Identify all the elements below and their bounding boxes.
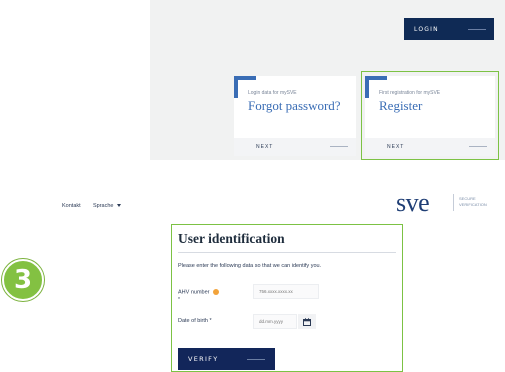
info-icon[interactable]	[212, 289, 219, 295]
login-button-label: LOGIN	[414, 25, 439, 33]
arrow-line-icon	[330, 146, 348, 147]
logo-divider	[453, 194, 454, 211]
date-of-birth-input[interactable]	[253, 314, 297, 329]
chevron-down-icon	[116, 204, 121, 208]
divider	[178, 252, 396, 253]
language-label: Sprache	[93, 203, 114, 209]
language-dropdown[interactable]: Sprache	[93, 203, 121, 209]
arrow-line-icon	[247, 359, 265, 360]
contact-link[interactable]: Kontakt	[62, 203, 81, 209]
card-caption: Login data for mySVE	[248, 90, 297, 96]
next-label: NEXT	[256, 144, 274, 150]
corner-accent	[234, 76, 256, 80]
form-instructions: Please enter the following data so that …	[178, 263, 322, 269]
forgot-password-card[interactable]: Login data for mySVE Forgot password? NE…	[234, 76, 356, 156]
ahv-number-label: AHV number	[178, 289, 219, 295]
arrow-line-icon	[468, 29, 486, 30]
ahv-label-text: AHV number	[178, 289, 210, 296]
step-number-badge: 3	[2, 259, 44, 301]
register-highlight	[361, 71, 499, 160]
form-title: User identification	[178, 231, 285, 246]
forgot-password-link[interactable]: Forgot password?	[248, 98, 341, 114]
login-button[interactable]: LOGIN	[404, 18, 494, 40]
logo-tagline: SECURE VERIFICATION	[459, 196, 487, 208]
date-of-birth-label: Date of birth *	[178, 318, 212, 324]
verify-button-label: VERIFY	[188, 355, 219, 363]
forgot-password-next-button[interactable]: NEXT	[234, 138, 356, 156]
verify-button[interactable]: VERIFY	[178, 348, 275, 370]
calendar-icon	[303, 317, 311, 326]
required-mark: *	[178, 297, 180, 303]
calendar-button[interactable]	[298, 314, 316, 329]
sve-logo: sve	[396, 188, 430, 217]
ahv-number-input[interactable]	[253, 284, 319, 299]
logo-tagline-line: VERIFICATION	[459, 202, 487, 207]
